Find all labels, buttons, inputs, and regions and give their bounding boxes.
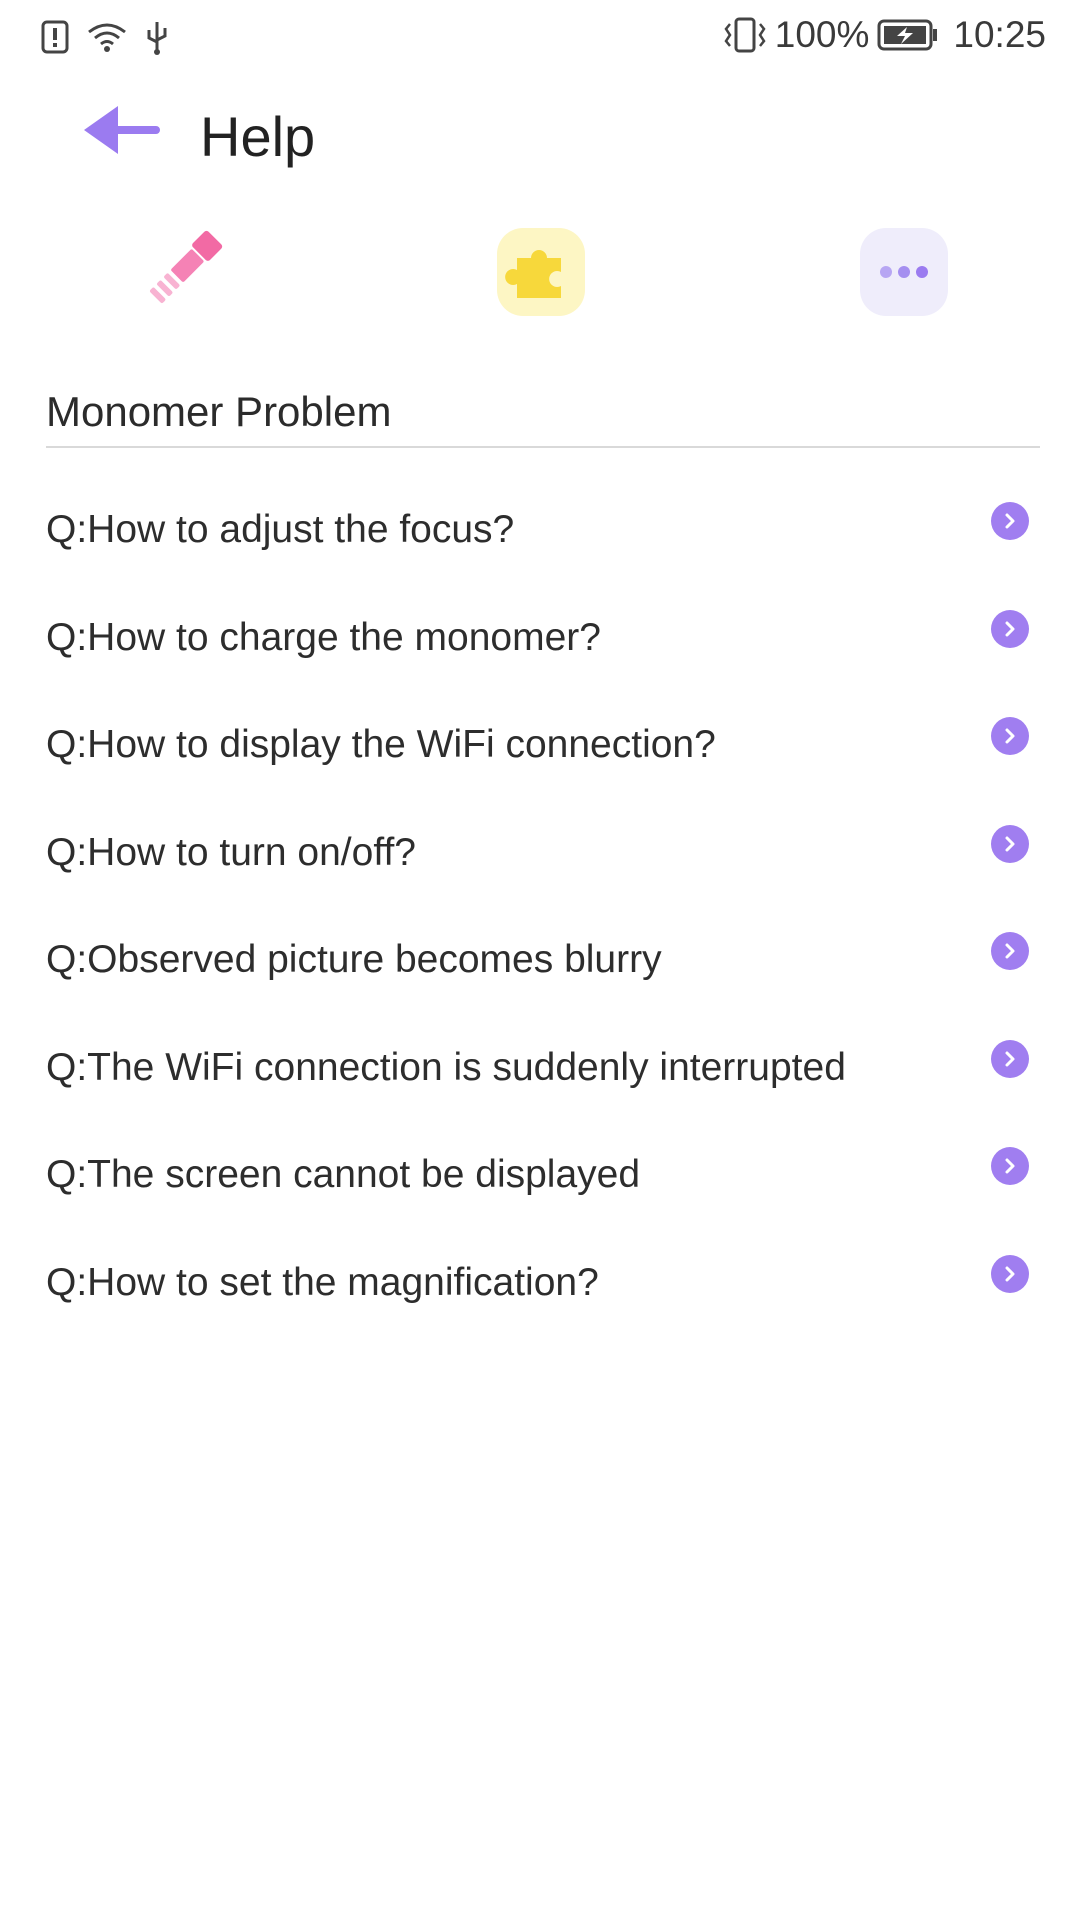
page-title: Help bbox=[200, 105, 316, 168]
chevron-right-icon bbox=[991, 932, 1029, 970]
battery-charging-icon bbox=[877, 19, 938, 51]
vibrate-icon bbox=[724, 17, 766, 53]
faq-item[interactable]: Q:How to adjust the focus? bbox=[0, 476, 1080, 584]
chevron-right-icon bbox=[991, 1254, 1029, 1293]
status-icons-left bbox=[40, 18, 170, 56]
faq-item[interactable]: Q:The WiFi connection is suddenly interr… bbox=[0, 1014, 1080, 1122]
chevron-right-icon bbox=[991, 609, 1029, 648]
status-bar: 100% 10:25 bbox=[0, 0, 1080, 76]
faq-item[interactable]: Q:How to turn on/off? bbox=[0, 799, 1080, 907]
chevron-right-icon bbox=[991, 717, 1029, 755]
faq-item[interactable]: Q:Observed picture becomes blurry bbox=[0, 906, 1080, 1014]
chevron-right-icon bbox=[991, 1147, 1029, 1185]
faq-question: Q:How to adjust the focus? bbox=[46, 508, 515, 551]
faq-list: Q:How to adjust the focus? Q:How to char… bbox=[0, 476, 1080, 1336]
wifi-icon bbox=[88, 23, 126, 52]
flashlight-icon bbox=[150, 230, 223, 303]
faq-question: Q:The screen cannot be displayed bbox=[46, 1153, 641, 1196]
faq-question: Q:How to set the magnification? bbox=[46, 1260, 599, 1304]
faq-item[interactable]: Q:The screen cannot be displayed bbox=[0, 1121, 1080, 1229]
clock: 10:25 bbox=[953, 14, 1046, 55]
faq-question: Q:How to display the WiFi connection? bbox=[46, 723, 716, 766]
faq-question: Q:How to charge the monomer? bbox=[46, 615, 601, 659]
status-icons-right: 100% 10:25 bbox=[723, 14, 1046, 56]
more-dots-icon bbox=[880, 266, 928, 278]
battery-percent: 100% bbox=[774, 14, 870, 55]
category-puzzle[interactable] bbox=[497, 228, 585, 316]
category-flashlight[interactable] bbox=[137, 228, 225, 316]
puzzle-icon bbox=[505, 250, 561, 298]
faq-question: Q:The WiFi connection is suddenly interr… bbox=[46, 1045, 846, 1089]
usb-icon bbox=[147, 22, 167, 55]
faq-item[interactable]: Q:How to display the WiFi connection? bbox=[0, 691, 1080, 799]
faq-question: Q:How to turn on/off? bbox=[46, 830, 416, 874]
faq-question: Q:Observed picture becomes blurry bbox=[46, 938, 662, 981]
chevron-right-icon bbox=[991, 1039, 1029, 1078]
section-title: Monomer Problem bbox=[46, 388, 392, 435]
chevron-right-icon bbox=[991, 824, 1029, 863]
category-more[interactable] bbox=[860, 228, 948, 316]
arrow-left-icon bbox=[84, 106, 160, 154]
alert-card-icon bbox=[41, 20, 69, 54]
back-button[interactable] bbox=[82, 104, 172, 168]
faq-item[interactable]: Q:How to set the magnification? bbox=[0, 1229, 1080, 1337]
chevron-right-icon bbox=[991, 502, 1029, 540]
faq-item[interactable]: Q:How to charge the monomer? bbox=[0, 584, 1080, 692]
section-divider bbox=[46, 446, 1040, 448]
